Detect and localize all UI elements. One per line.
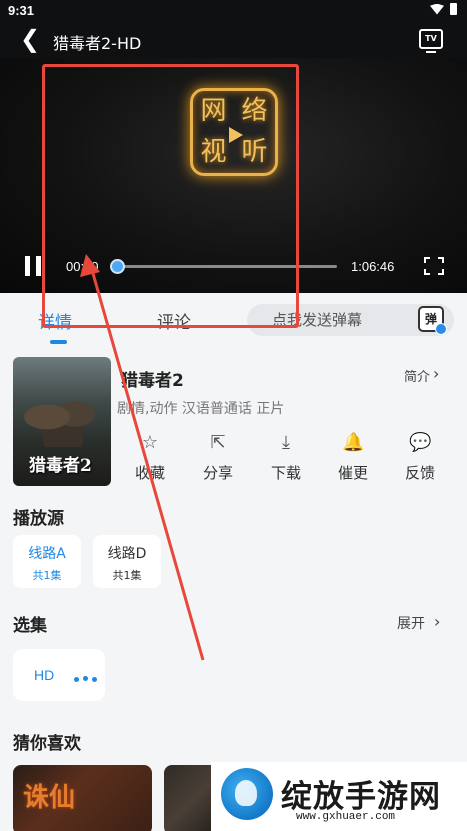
feedback-button[interactable]: 💬 反馈 xyxy=(395,432,445,483)
total-time: 1:06:46 xyxy=(351,259,395,274)
star-icon: ☆ xyxy=(141,432,159,453)
urge-update-button[interactable]: 🔔 催更 xyxy=(328,432,378,483)
danmu-toggle-icon[interactable]: 弹 xyxy=(418,306,447,335)
video-title: 猎毒者2-HD xyxy=(53,34,142,53)
action-label: 催更 xyxy=(337,464,368,482)
source-a-card[interactable]: 线路A 共1集 xyxy=(13,535,81,588)
share-button[interactable]: ⇱ 分享 xyxy=(193,432,243,483)
chevron-right-icon[interactable]: › xyxy=(434,612,440,631)
download-button[interactable]: ⤓ 下载 xyxy=(261,432,311,483)
feedback-icon: 💬 xyxy=(409,432,432,453)
active-tab-indicator xyxy=(50,340,67,344)
watermark-text: 绽放手游网 xyxy=(281,779,441,815)
status-bar: 9:31 xyxy=(0,0,467,22)
chevron-right-icon[interactable]: › xyxy=(433,366,439,382)
battery-icon xyxy=(450,3,457,15)
poster-title: 猎毒者2 xyxy=(29,456,92,476)
source-count: 共1集 xyxy=(112,569,142,582)
site-watermark: 绽放手游网 www.gxhuaer.com xyxy=(211,762,467,831)
annotation-box xyxy=(42,64,299,328)
movie-name: 猎毒者2 xyxy=(121,371,184,391)
recommend-card-title: 诛仙 xyxy=(23,783,76,813)
source-count: 共1集 xyxy=(32,569,62,582)
wifi-icon xyxy=(430,3,444,15)
intro-link[interactable]: 简介 xyxy=(404,366,430,385)
tv-cast-icon[interactable]: TV xyxy=(419,29,443,53)
watermark-url: www.gxhuaer.com xyxy=(296,811,396,823)
back-icon[interactable]: ❮ xyxy=(20,27,40,52)
fullscreen-icon[interactable] xyxy=(423,256,445,276)
poster-art xyxy=(23,387,103,447)
recommend-card[interactable]: 诛仙 xyxy=(13,765,152,831)
source-d-card[interactable]: 线路D 共1集 xyxy=(93,535,161,588)
recommend-title: 猜你喜欢 xyxy=(13,734,81,754)
bell-icon: 🔔 xyxy=(342,432,365,453)
episode-card[interactable]: HD xyxy=(13,649,105,701)
player-header: ❮ 猎毒者2-HD TV xyxy=(0,22,467,58)
episodes-title: 选集 xyxy=(13,616,47,636)
movie-poster[interactable]: 猎毒者2 xyxy=(13,357,111,486)
source-name: 线路A xyxy=(28,546,66,562)
action-label: 分享 xyxy=(202,464,233,482)
action-label: 下载 xyxy=(270,464,301,482)
collect-button[interactable]: ☆ 收藏 xyxy=(125,432,175,483)
download-icon: ⤓ xyxy=(282,432,290,453)
status-time: 9:31 xyxy=(8,3,35,18)
octopus-logo-icon xyxy=(221,768,273,820)
episode-label: HD xyxy=(34,667,55,683)
action-label: 反馈 xyxy=(404,464,435,482)
sources-title: 播放源 xyxy=(13,509,64,529)
source-name: 线路D xyxy=(107,546,147,562)
share-icon: ⇱ xyxy=(210,432,226,453)
movie-meta: 剧情,动作 汉语普通话 正片 xyxy=(117,401,285,417)
playing-indicator-icon xyxy=(74,676,97,682)
expand-link[interactable]: 展开 xyxy=(397,613,425,633)
action-label: 收藏 xyxy=(134,464,165,482)
pause-icon[interactable] xyxy=(24,256,42,276)
